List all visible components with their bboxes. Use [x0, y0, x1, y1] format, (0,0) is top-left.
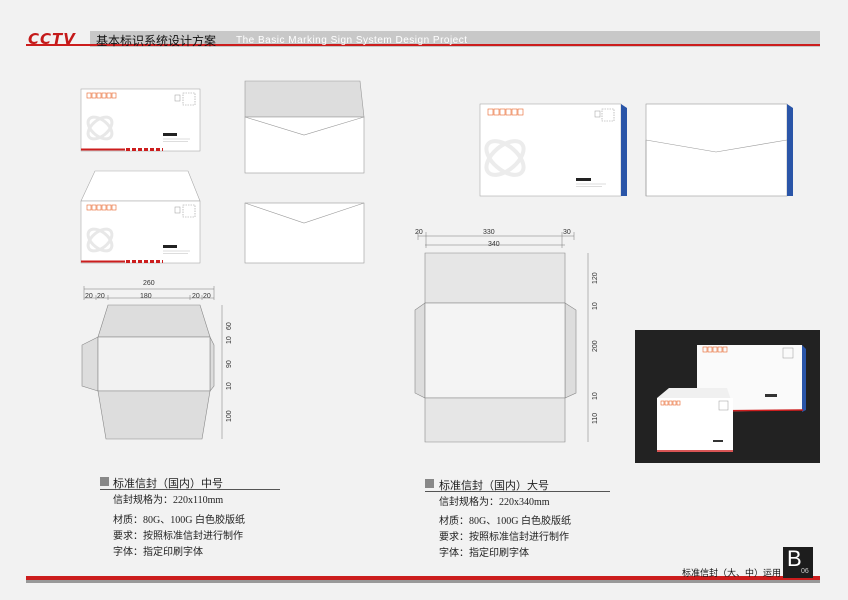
medium-side-a: 60 — [226, 322, 233, 330]
large-dim-right: 30 — [563, 229, 571, 236]
section-letter: B — [787, 546, 802, 571]
medium-envelope-back — [244, 80, 365, 174]
section-badge: B 06 — [783, 546, 813, 578]
large-divider — [425, 491, 610, 492]
medium-side-d: 10 — [226, 382, 233, 390]
medium-side-c: 90 — [226, 360, 233, 368]
medium-dim-c: 180 — [140, 293, 152, 300]
medium-requirement: 要求：按照标准信封进行制作 — [113, 531, 243, 542]
large-requirement: 要求：按照标准信封进行制作 — [439, 532, 569, 543]
large-envelope-front — [479, 103, 627, 197]
medium-material: 材质：80G、100G 白色胶版纸 — [113, 515, 245, 526]
medium-dim-b: 20 — [97, 293, 105, 300]
page-number: 06 — [801, 568, 809, 575]
medium-side-e: 100 — [226, 410, 233, 422]
large-envelope-dieline: 20 330 30 340 120 10 200 10 110 — [414, 229, 599, 443]
envelope-photo — [635, 330, 820, 463]
large-size: 信封规格为：220x340mm — [439, 497, 550, 508]
photo-envelope-medium — [657, 388, 733, 452]
large-envelope-back — [645, 103, 793, 197]
medium-envelope-front-open — [80, 170, 201, 264]
envelope-drawings: 260 20 20 180 20 20 60 10 90 10 100 20 3… — [80, 80, 793, 443]
medium-font: 字体：指定印刷字体 — [113, 547, 203, 558]
large-dim-left: 20 — [415, 229, 423, 236]
medium-envelope-front — [80, 88, 201, 152]
medium-dim-e: 20 — [203, 293, 211, 300]
large-bullet — [425, 479, 434, 488]
footer-gray-bar — [26, 580, 820, 583]
large-material: 材质：80G、100G 白色胶版纸 — [439, 516, 571, 527]
large-side-a: 120 — [592, 272, 599, 284]
medium-dim-d: 20 — [192, 293, 200, 300]
medium-size: 信封规格为：220x110mm — [113, 495, 224, 506]
medium-envelope-dieline: 260 20 20 180 20 20 60 10 90 10 100 — [81, 280, 233, 440]
medium-dim-total: 260 — [143, 280, 155, 287]
large-side-e: 110 — [592, 413, 599, 424]
large-side-b: 10 — [592, 302, 599, 310]
medium-bullet — [100, 477, 109, 486]
large-side-c: 200 — [592, 340, 599, 352]
medium-side-b: 10 — [226, 336, 233, 344]
large-font: 字体：指定印刷字体 — [439, 548, 529, 559]
medium-dim-a: 20 — [85, 293, 93, 300]
medium-envelope-back-closed — [244, 202, 365, 264]
footer-label: 标准信封（大、中）运用 — [682, 568, 782, 578]
large-dim-total: 340 — [488, 241, 500, 248]
medium-divider — [100, 489, 280, 490]
large-dim-mid: 330 — [483, 229, 495, 236]
large-side-d: 10 — [592, 392, 599, 400]
